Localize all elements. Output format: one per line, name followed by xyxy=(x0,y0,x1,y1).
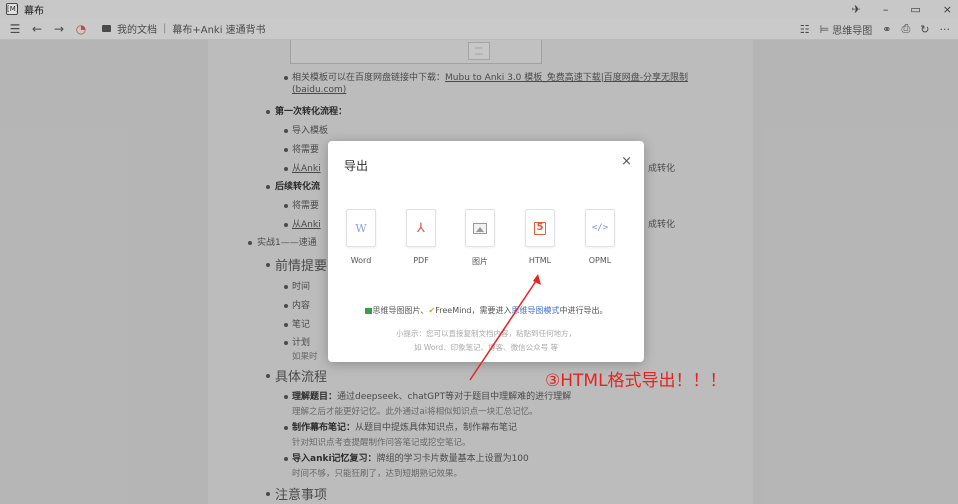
export-html-option[interactable]: 5 HTML xyxy=(520,209,560,265)
mindmap-export-note: 思维导图图片、✔FreeMind，需要进入思维导图模式中进行导出。 xyxy=(328,305,644,316)
pdf-glyph: ⅄ xyxy=(417,220,425,236)
mindmap-image-icon xyxy=(364,307,372,314)
export-dialog: 导出 × W Word ⅄ PDF 图片 5 HTML </> OPML 思维导… xyxy=(328,141,644,362)
opml-file-icon: </> xyxy=(585,209,615,247)
word-file-icon: W xyxy=(346,209,376,247)
copy-tip-line-1: 小提示：您可以直接复制文档内容，粘贴到任何地方， xyxy=(396,329,576,338)
code-glyph: </> xyxy=(591,223,609,233)
annotation-text: ③HTML格式导出！！！ xyxy=(545,371,727,391)
export-opml-label: OPML xyxy=(588,256,612,265)
dialog-title: 导出 xyxy=(344,159,369,173)
export-image-option[interactable]: 图片 xyxy=(460,209,500,267)
word-glyph: W xyxy=(355,221,367,235)
html5-glyph: 5 xyxy=(534,221,546,235)
export-html-label: HTML xyxy=(528,256,552,265)
close-icon[interactable]: × xyxy=(621,154,632,169)
image-file-icon xyxy=(465,209,495,247)
mindmap-mode-link[interactable]: 思维导图模式 xyxy=(511,306,559,315)
copy-tip-line-2: 如 Word、印象笔记、博客、微信公众号 等 xyxy=(413,343,559,352)
export-image-label: 图片 xyxy=(472,257,488,266)
export-pdf-option[interactable]: ⅄ PDF xyxy=(401,209,441,265)
export-pdf-label: PDF xyxy=(413,256,429,265)
html-file-icon: 5 xyxy=(525,209,555,247)
export-word-label: Word xyxy=(350,256,372,265)
pdf-file-icon: ⅄ xyxy=(406,209,436,247)
export-opml-option[interactable]: </> OPML xyxy=(580,209,620,265)
copy-tip: 小提示：您可以直接复制文档内容，粘贴到任何地方， 如 Word、印象笔记、博客、… xyxy=(328,327,644,355)
image-glyph xyxy=(473,222,487,234)
export-word-option[interactable]: W Word xyxy=(341,209,381,265)
